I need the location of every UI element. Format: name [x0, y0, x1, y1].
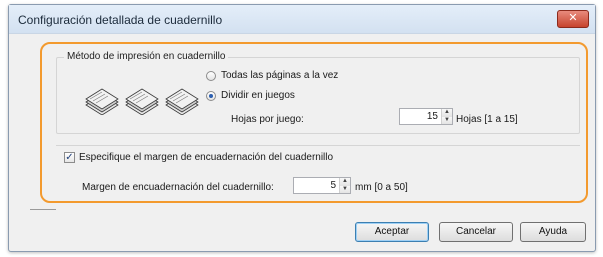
pages-per-set-value[interactable]: 15: [400, 109, 441, 124]
group-label: Método de impresión en cuadernillo: [64, 51, 229, 62]
cancel-button[interactable]: Cancelar: [439, 222, 513, 242]
spin-up-icon[interactable]: ▲: [442, 109, 452, 117]
gutter-checkbox-row[interactable]: ✓ Especifique el margen de encuadernació…: [64, 152, 333, 163]
radio-button[interactable]: [206, 90, 216, 101]
divider: [56, 145, 580, 146]
gutter-margin-label: Margen de encuadernación del cuadernillo…: [82, 182, 274, 193]
close-icon: ✕: [568, 12, 578, 24]
gutter-checkbox[interactable]: ✓: [64, 152, 75, 163]
radio-divide-sets[interactable]: Dividir en juegos: [206, 90, 295, 101]
spin-down-icon[interactable]: ▼: [442, 116, 452, 124]
pages-per-set-label: Hojas por juego:: [231, 114, 304, 125]
radio-divide-sets-label: Dividir en juegos: [221, 90, 295, 101]
ok-button[interactable]: Aceptar: [355, 222, 429, 242]
radio-all-pages[interactable]: Todas las páginas a la vez: [206, 70, 338, 81]
check-icon: ✓: [65, 152, 74, 163]
gutter-margin-unit: mm [0 a 50]: [355, 182, 408, 193]
radio-all-pages-label: Todas las páginas a la vez: [221, 70, 339, 81]
close-button[interactable]: ✕: [557, 10, 589, 28]
help-button[interactable]: Ayuda: [520, 222, 586, 242]
spin-buttons: ▲ ▼: [339, 178, 350, 193]
spin-down-icon[interactable]: ▼: [340, 185, 350, 193]
pages-per-set-stepper[interactable]: 15 ▲ ▼: [399, 108, 453, 125]
booklet-icon: [85, 88, 199, 115]
window-title: Configuración detallada de cuadernillo: [18, 13, 223, 27]
gutter-margin-stepper[interactable]: 5 ▲ ▼: [293, 177, 351, 194]
pages-per-set-unit: Hojas [1 a 15]: [456, 114, 518, 125]
title-bar[interactable]: Configuración detallada de cuadernillo ✕: [9, 5, 595, 34]
gutter-checkbox-label: Especifique el margen de encuadernación …: [79, 152, 334, 163]
separator-line: [30, 209, 56, 210]
booklet-icon: [85, 88, 199, 115]
gutter-margin-value[interactable]: 5: [294, 178, 339, 193]
spin-buttons: ▲ ▼: [441, 109, 452, 124]
radio-button[interactable]: [206, 70, 216, 81]
spin-up-icon[interactable]: ▲: [340, 178, 350, 186]
